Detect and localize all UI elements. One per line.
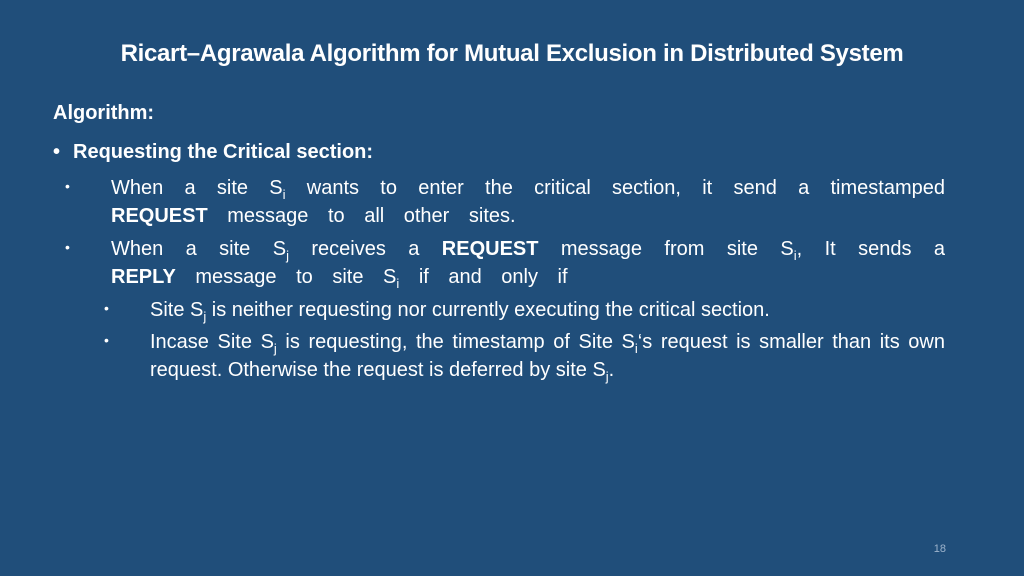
bullet-icon: • bbox=[104, 332, 109, 348]
sub-item-condition-2: • Incase Site Sj is requesting, the times… bbox=[104, 326, 945, 384]
sub-item-condition-1: • Site Sj is neither requesting nor curre… bbox=[104, 294, 947, 324]
request-keyword: REQUEST bbox=[441, 238, 539, 260]
slide: Ricart–Agrawala Algorithm for Mutual Exc… bbox=[0, 0, 1024, 576]
list-item-receive: • When a site Sj receives a REQUEST messa… bbox=[65, 233, 945, 291]
bullet-icon: • bbox=[65, 239, 70, 255]
bullet-icon: • bbox=[53, 141, 61, 163]
page-number: 18 bbox=[933, 543, 946, 555]
bullet-icon: • bbox=[65, 178, 70, 194]
section-label: Requesting the Critical section: bbox=[73, 141, 374, 163]
reply-keyword: REPLY bbox=[111, 266, 176, 288]
section-bullet: • Requesting the Critical section: bbox=[53, 141, 373, 164]
slide-title: Ricart–Agrawala Algorithm for Mutual Exc… bbox=[120, 40, 904, 67]
algorithm-heading: Algorithm: bbox=[53, 102, 155, 124]
list-item-request: • When a site Si wants to enter the criti… bbox=[65, 172, 945, 230]
request-keyword: REQUEST bbox=[111, 205, 208, 227]
bullet-icon: • bbox=[104, 300, 109, 316]
